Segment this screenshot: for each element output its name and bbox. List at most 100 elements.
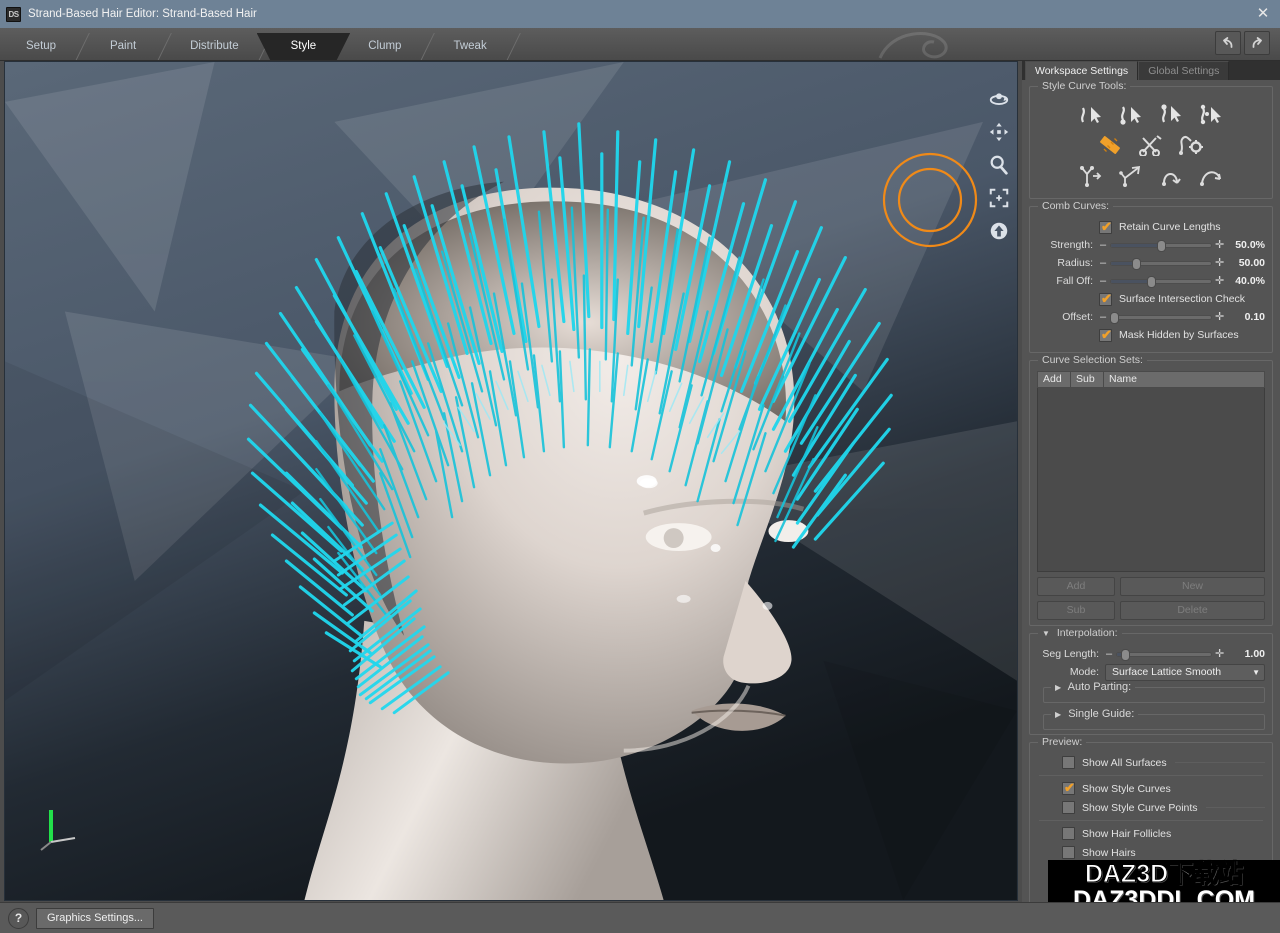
retain-curve-lengths-label: Retain Curve Lengths [1119,221,1221,233]
expand-triangle-right-icon[interactable]: ▶ [1055,683,1061,692]
slider-knob[interactable] [1110,312,1119,324]
tab-clump[interactable]: Clump [342,33,427,61]
curve-settings-tool-icon [1178,134,1204,156]
increment-icon[interactable]: ✛ [1215,312,1223,322]
curve-bend-tool[interactable] [1196,163,1226,189]
tab-workspace-settings[interactable]: Workspace Settings [1025,61,1138,80]
interpolation-group: ▼ Interpolation: Seg Length: – ✛ 1.00 [1029,633,1273,735]
fall-off-slider[interactable]: – ✛ [1099,276,1223,286]
tab-tweak[interactable]: Tweak [427,33,512,61]
offset-slider[interactable]: – ✛ [1099,312,1223,322]
show-all-surfaces-checkbox[interactable] [1062,756,1075,769]
slider-knob[interactable] [1132,258,1141,270]
increment-icon[interactable]: ✛ [1215,276,1223,286]
decrement-icon[interactable]: – [1099,276,1107,286]
radius-value[interactable]: 50.00 [1223,257,1265,269]
increment-icon[interactable]: ✛ [1215,240,1223,250]
new-selection-set-button[interactable]: New [1120,577,1265,596]
offset-row: Offset: – ✛ 0.10 [1037,309,1265,325]
curve-multi-select-tool[interactable] [1196,101,1226,127]
show-hairs-checkbox[interactable] [1062,846,1075,859]
undo-redo-group [1215,31,1270,55]
tool-row-2 [1037,132,1265,158]
show-style-curve-points-checkbox[interactable] [1062,801,1075,814]
single-guide-group[interactable]: ▶ Single Guide: [1043,714,1265,730]
curve-move-point-tool-icon [1159,103,1183,125]
tab-style[interactable]: Style [257,33,351,61]
delete-selection-set-button[interactable]: Delete [1120,601,1265,620]
expand-triangle-right-icon[interactable]: ▶ [1055,710,1061,719]
retain-curve-lengths-checkbox[interactable] [1099,221,1112,234]
decrement-icon[interactable]: – [1105,649,1113,659]
sub-selection-set-button[interactable]: Sub [1037,601,1115,620]
redo-button[interactable] [1244,31,1270,55]
pan-icon[interactable] [988,121,1010,143]
increment-icon[interactable]: ✛ [1215,258,1223,268]
orbit-icon[interactable] [988,88,1010,110]
curve-move-point-tool[interactable] [1156,101,1186,127]
show-style-curves-row: Show Style Curves [1037,779,1265,798]
undo-button[interactable] [1215,31,1241,55]
curve-pull-tool[interactable] [1116,163,1146,189]
strength-slider[interactable]: – ✛ [1099,240,1223,250]
slider-track[interactable] [1110,261,1212,266]
single-guide-header[interactable]: ▶ Single Guide: [1051,708,1138,720]
tab-distribute[interactable]: Distribute [164,33,265,61]
slider-knob[interactable] [1121,649,1130,661]
brush-radius-gizmo [880,150,980,250]
slider-knob[interactable] [1157,240,1166,252]
interpolation-mode-dropdown[interactable]: Surface Lattice Smooth ▼ [1105,664,1265,681]
curve-arc-tool[interactable] [1156,163,1186,189]
3d-viewport[interactable] [4,61,1018,901]
slider-track[interactable] [1110,279,1212,284]
surface-intersection-check-checkbox[interactable] [1099,293,1112,306]
strength-value[interactable]: 50.0% [1223,239,1265,251]
seg-length-label: Seg Length: [1037,648,1105,660]
auto-parting-header[interactable]: ▶ Auto Parting: [1051,681,1135,693]
auto-parting-group[interactable]: ▶ Auto Parting: [1043,687,1265,703]
add-selection-set-button[interactable]: Add [1037,577,1115,596]
show-all-surfaces-row: Show All Surfaces [1037,753,1265,772]
reset-view-icon[interactable] [988,220,1010,242]
column-name[interactable]: Name [1103,371,1265,388]
seg-length-value[interactable]: 1.00 [1223,648,1265,660]
slider-knob[interactable] [1147,276,1156,288]
viewport-nav-bar [985,88,1013,242]
decrement-icon[interactable]: – [1099,312,1107,322]
curve-add-point-tool[interactable] [1116,101,1146,127]
increment-icon[interactable]: ✛ [1215,649,1223,659]
curve-select-tool[interactable] [1076,101,1106,127]
help-icon[interactable]: ? [8,908,29,929]
zoom-icon[interactable] [988,154,1010,176]
offset-value[interactable]: 0.10 [1223,311,1265,323]
tab-setup[interactable]: Setup [0,33,82,61]
tab-paint[interactable]: Paint [82,33,164,61]
close-icon[interactable]: ✕ [1252,4,1274,24]
slider-track[interactable] [1116,652,1212,657]
decrement-icon[interactable]: – [1099,258,1107,268]
show-style-curves-checkbox[interactable] [1062,782,1075,795]
slider-track[interactable] [1110,243,1212,248]
curve-cut-tool[interactable] [1136,132,1166,158]
group-label[interactable]: ▼ Interpolation: [1038,627,1122,639]
decrement-icon[interactable]: – [1099,240,1107,250]
column-add[interactable]: Add [1037,371,1070,388]
expand-triangle-down-icon[interactable]: ▼ [1042,629,1050,638]
tab-global-settings[interactable]: Global Settings [1138,61,1229,80]
selection-sets-table-body[interactable] [1037,388,1265,572]
viewport-render [5,62,1017,900]
fall-off-value[interactable]: 40.0% [1223,275,1265,287]
tab-label: Clump [368,40,401,52]
slider-track[interactable] [1110,315,1212,320]
radius-slider[interactable]: – ✛ [1099,258,1223,268]
seg-length-slider[interactable]: – ✛ [1105,649,1223,659]
curve-length-tool[interactable] [1096,132,1126,158]
mask-hidden-by-surfaces-checkbox[interactable] [1099,329,1112,342]
frame-icon[interactable] [988,187,1010,209]
curve-settings-tool[interactable] [1176,132,1206,158]
show-hair-follicles-checkbox[interactable] [1062,827,1075,840]
wizard-tab-strip: Setup Paint Distribute Style Clump Tweak [0,28,1280,61]
column-sub[interactable]: Sub [1070,371,1103,388]
graphics-settings-button[interactable]: Graphics Settings... [36,908,154,929]
curve-spread-tool[interactable] [1076,163,1106,189]
